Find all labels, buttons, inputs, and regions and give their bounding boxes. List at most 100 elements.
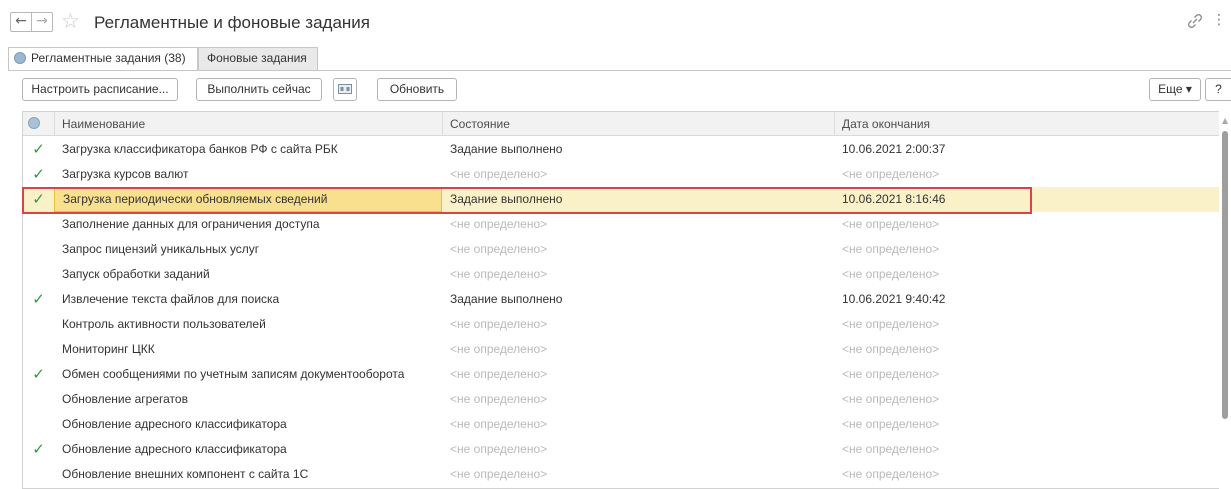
checkmark-icon: ✓ xyxy=(32,440,45,458)
status-cell xyxy=(23,237,54,262)
status-cell xyxy=(23,212,54,237)
table-row[interactable]: ✓ Извлечение текста файлов для поиска Зада… xyxy=(23,287,1221,312)
status-globe-icon xyxy=(28,117,40,129)
job-name: Заполнение данных для ограничения доступ… xyxy=(62,217,320,231)
job-name: Обновление агрегатов xyxy=(62,392,188,406)
job-name: Обмен сообщениями по учетным записям док… xyxy=(62,367,405,381)
job-end-date: <не определено> xyxy=(842,417,940,431)
table-row[interactable]: Обновление агрегатов <не определено> <не о… xyxy=(23,387,1221,412)
checkmark-icon: ✓ xyxy=(32,290,45,308)
job-end-date: <не определено> xyxy=(842,467,940,481)
status-cell xyxy=(23,387,54,412)
job-name: Мониторинг ЦКК xyxy=(62,342,155,356)
job-state: Задание выполнено xyxy=(450,292,563,306)
job-state: Задание выполнено xyxy=(450,192,563,206)
job-name: Загрузка курсов валют xyxy=(62,167,189,181)
status-cell xyxy=(23,337,54,362)
run-now-button[interactable]: Выполнить сейчас xyxy=(196,78,322,101)
status-cell xyxy=(23,262,54,287)
job-name: Обновление внешних компонент с сайта 1С xyxy=(62,467,309,481)
job-end-date: <не определено> xyxy=(842,267,940,281)
job-name: Контроль активности пользователей xyxy=(62,317,266,331)
scroll-up-icon[interactable]: ▲ xyxy=(1222,116,1228,125)
job-end-date: <не определено> xyxy=(842,342,940,356)
table-row[interactable]: Контроль активности пользователей <не опр… xyxy=(23,312,1221,337)
title-bar: ← → ☆ Регламентные и фоновые задания ⋮ xyxy=(0,0,1231,44)
job-state: <не определено> xyxy=(450,467,548,481)
table-row[interactable]: Обновление адресного классификатора <не о… xyxy=(23,412,1221,437)
job-name: Обновление адресного классификатора xyxy=(62,442,287,456)
job-state: <не определено> xyxy=(450,342,548,356)
infobase-icon xyxy=(338,84,352,94)
job-end-date: <не определено> xyxy=(842,317,940,331)
vertical-scrollbar[interactable]: ▲ xyxy=(1219,111,1231,489)
tab-label: Регламентные задания (38) xyxy=(31,51,186,65)
job-end-date: <не определено> xyxy=(842,242,940,256)
status-cell xyxy=(23,312,54,337)
job-state: <не определено> xyxy=(450,217,548,231)
favorite-star-icon[interactable]: ☆ xyxy=(61,9,80,33)
job-name: Обновление адресного классификатора xyxy=(62,417,287,431)
checkmark-icon: ✓ xyxy=(32,190,45,208)
job-state: <не определено> xyxy=(450,267,548,281)
more-menu-icon[interactable]: ⋮ xyxy=(1212,12,1226,28)
job-name: Запуск обработки заданий xyxy=(62,267,210,281)
scroll-thumb[interactable] xyxy=(1222,131,1228,419)
page-title: Регламентные и фоновые задания xyxy=(94,13,370,32)
back-button[interactable]: ← xyxy=(10,12,32,32)
refresh-button[interactable]: Обновить xyxy=(377,78,457,101)
table-row[interactable]: ✓ Загрузка периодически обновляемых сведе… xyxy=(23,187,1221,212)
table-row[interactable]: Запуск обработки заданий <не определено> <… xyxy=(23,262,1221,287)
tab-background-jobs[interactable]: Фоновые задания xyxy=(198,47,318,70)
more-button[interactable]: Еще ▾ xyxy=(1149,78,1201,101)
table-row[interactable]: ✓ Загрузка курсов валют <не определено> <не… xyxy=(23,162,1221,187)
status-cell xyxy=(23,412,54,437)
table-row[interactable]: Обновление внешних компонент с сайта 1С <… xyxy=(23,462,1221,487)
status-cell xyxy=(23,462,54,487)
table-row[interactable]: Запрос пицензий уникальных услуг <не опре… xyxy=(23,237,1221,262)
column-header-state[interactable]: Состояние xyxy=(442,112,834,136)
job-state: <не определено> xyxy=(450,392,548,406)
job-state: Задание выполнено xyxy=(450,142,563,156)
job-name: Загрузка классификатора банков РФ с сайт… xyxy=(62,142,338,156)
job-state: <не определено> xyxy=(450,167,548,181)
help-button[interactable]: ? xyxy=(1205,78,1231,101)
column-header-end-date[interactable]: Дата окончания xyxy=(834,112,1221,136)
table-row[interactable]: Мониторинг ЦКК <не определено> <не определ… xyxy=(23,337,1221,362)
job-name: Запрос пицензий уникальных услуг xyxy=(62,242,260,256)
table-row[interactable]: ✓ Обмен сообщениями по учетным записям до… xyxy=(23,362,1221,387)
globe-icon xyxy=(14,52,26,64)
checkmark-icon: ✓ xyxy=(32,140,45,158)
table-row[interactable]: ✓ Загрузка классификатора банков РФ с сай… xyxy=(23,137,1221,162)
infobase-button[interactable] xyxy=(333,78,357,101)
job-state: <не определено> xyxy=(450,442,548,456)
link-icon[interactable] xyxy=(1186,12,1204,30)
job-end-date: <не определено> xyxy=(842,442,940,456)
job-end-date: <не определено> xyxy=(842,392,940,406)
job-end-date: 10.06.2021 2:00:37 xyxy=(842,142,946,156)
job-end-date: 10.06.2021 9:40:42 xyxy=(842,292,946,306)
configure-schedule-button[interactable]: Настроить расписание... xyxy=(22,78,178,101)
table-row[interactable]: Заполнение данных для ограничения доступ… xyxy=(23,212,1221,237)
job-end-date: <не определено> xyxy=(842,167,940,181)
job-state: <не определено> xyxy=(450,317,548,331)
forward-button[interactable]: → xyxy=(31,12,53,32)
jobs-table: Наименование Состояние Дата окончания ✓ З… xyxy=(22,111,1231,489)
job-state: <не определено> xyxy=(450,367,548,381)
table-header: Наименование Состояние Дата окончания xyxy=(23,112,1231,136)
tab-scheduled-jobs[interactable]: Регламентные задания (38) xyxy=(8,47,198,70)
job-end-date: 10.06.2021 8:16:46 xyxy=(842,192,946,206)
checkmark-icon: ✓ xyxy=(32,365,45,383)
job-state: <не определено> xyxy=(450,417,548,431)
checkmark-icon: ✓ xyxy=(32,165,45,183)
job-end-date: <не определено> xyxy=(842,217,940,231)
job-state: <не определено> xyxy=(450,242,548,256)
job-name: Загрузка периодически обновляемых сведен… xyxy=(54,187,442,212)
tab-divider xyxy=(8,70,1231,71)
toolbar: Настроить расписание... Выполнить сейчас… xyxy=(0,72,1231,106)
table-row[interactable]: ✓ Обновление адресного классификатора <не … xyxy=(23,437,1221,462)
tab-label: Фоновые задания xyxy=(207,51,307,65)
job-name: Извлечение текста файлов для поиска xyxy=(62,292,280,306)
column-header-name[interactable]: Наименование xyxy=(54,112,442,136)
job-end-date: <не определено> xyxy=(842,367,940,381)
